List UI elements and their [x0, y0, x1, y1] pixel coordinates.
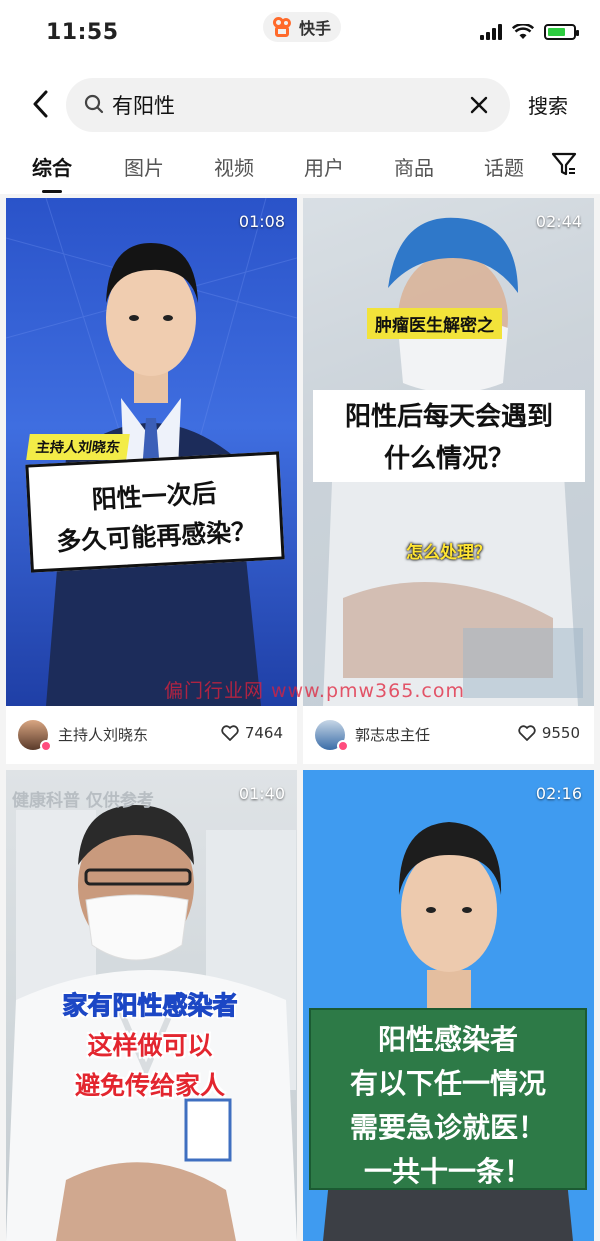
search-button[interactable]: 搜索: [528, 90, 568, 119]
anchor-name-tag: 主持人刘晓东: [26, 434, 130, 460]
like-count[interactable]: 7464: [221, 724, 283, 742]
caption-line-3: 需要急诊就医！: [349, 1111, 546, 1144]
heart-icon: [221, 725, 239, 741]
like-count[interactable]: 9550: [518, 724, 580, 742]
tab-comprehensive[interactable]: 综合: [32, 152, 72, 193]
tab-images[interactable]: 图片: [124, 152, 164, 181]
caption-line-1: 家有阳性感染者: [62, 991, 238, 1021]
video-duration: 02:16: [535, 784, 582, 803]
search-header: 搜索: [0, 70, 600, 138]
search-icon: [84, 94, 104, 114]
caption-box: 阳性一次后 多久可能再感染？: [25, 451, 285, 573]
caption-line-1: 阳性后每天会遇到: [344, 402, 553, 432]
caption-line-3: 避免传给家人: [74, 1071, 225, 1100]
video-duration: 01:08: [238, 212, 285, 231]
video-thumbnail: 02:16 阳性感染者 有以下任一情况 需要急诊就医！ 一共十一条！: [303, 770, 594, 1241]
author-name[interactable]: 主持人刘晓东: [58, 724, 148, 745]
result-tabs: 综合 图片 视频 用户 商品 话题: [0, 138, 600, 194]
close-icon: [470, 96, 488, 114]
video-thumbnail: 健康科普 仅供参考 01:40 家有阳性感染者 这样做可以 避免传给家人: [6, 770, 297, 1241]
video-duration: 01:40: [238, 784, 285, 803]
results-grid: 01:08 主持人刘晓东 阳性一次后 多久可能再感染？ 主持人刘晓东 7464: [0, 194, 600, 1241]
verified-badge-icon: [337, 740, 349, 752]
title-tag: 肿瘤医生解密之: [367, 308, 502, 339]
caption-box: 阳性感染者 有以下任一情况 需要急诊就医！ 一共十一条！: [309, 1008, 587, 1190]
card-meta: 主持人刘晓东 7464: [6, 706, 297, 764]
caption-box: 家有阳性感染者 这样做可以 避免传给家人: [32, 986, 268, 1110]
back-button[interactable]: [26, 84, 56, 124]
tab-videos[interactable]: 视频: [214, 152, 254, 181]
kuaishou-logo-icon: [273, 17, 293, 37]
app-badge: 快手: [263, 12, 342, 42]
app-name: 快手: [299, 19, 332, 38]
caption-line-2: 什么情况？: [383, 444, 514, 474]
video-thumbnail: 01:08 主持人刘晓东 阳性一次后 多久可能再感染？: [6, 198, 297, 706]
cellular-signal-icon: [480, 24, 502, 40]
like-count-value: 9550: [541, 724, 580, 742]
caption-line-2: 这样做可以: [87, 1031, 213, 1060]
clear-search-button[interactable]: [466, 92, 492, 118]
like-count-value: 7464: [244, 724, 283, 742]
heart-icon: [518, 725, 536, 741]
tab-products[interactable]: 商品: [394, 152, 434, 181]
caption-line-2: 多久可能再感染？: [55, 516, 257, 557]
site-watermark: 偏门行业网 www.pmw365.com: [164, 680, 465, 702]
video-card[interactable]: 健康科普 仅供参考 01:40 家有阳性感染者 这样做可以 避免传给家人: [6, 770, 297, 1241]
video-thumbnail: 02:44 肿瘤医生解密之 阳性后每天会遇到 什么情况？ 怎么处理？: [303, 198, 594, 706]
sub-caption: 怎么处理？: [406, 543, 491, 563]
author-name[interactable]: 郭志忠主任: [355, 724, 430, 745]
status-bar: 11:55 快手: [0, 0, 600, 70]
caption-line-1: 阳性感染者: [377, 1023, 518, 1056]
wifi-icon: [512, 24, 534, 39]
caption-box: 阳性后每天会遇到 什么情况？: [313, 390, 585, 482]
search-input[interactable]: [112, 88, 442, 122]
chevron-left-icon: [33, 90, 48, 118]
tab-users[interactable]: 用户: [304, 152, 344, 181]
tab-topics[interactable]: 话题: [484, 152, 524, 181]
watermark-text: 健康科普 仅供参考: [12, 791, 154, 811]
status-time: 11:55: [46, 20, 119, 45]
caption-line-4: 一共十一条！: [363, 1155, 532, 1188]
caption-line-2: 有以下任一情况: [349, 1067, 546, 1100]
video-duration: 02:44: [535, 212, 582, 231]
battery-icon: [544, 24, 579, 40]
filter-icon[interactable]: [550, 150, 578, 178]
video-card[interactable]: 02:16 阳性感染者 有以下任一情况 需要急诊就医！ 一共十一条！: [303, 770, 594, 1241]
status-icons: [480, 24, 579, 40]
card-meta: 郭志忠主任 9550: [303, 706, 594, 764]
search-box[interactable]: [66, 78, 510, 132]
verified-badge-icon: [40, 740, 52, 752]
